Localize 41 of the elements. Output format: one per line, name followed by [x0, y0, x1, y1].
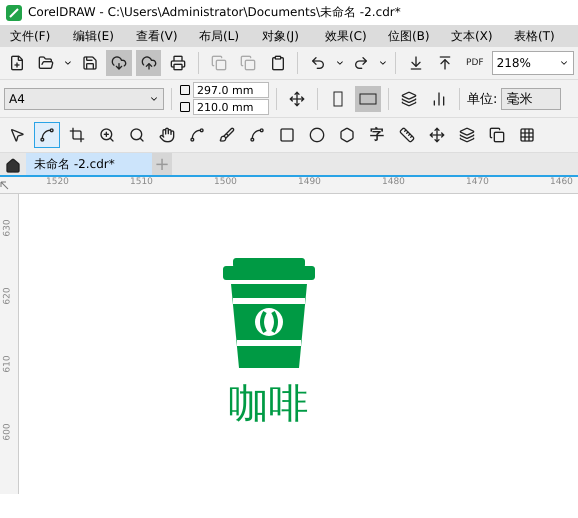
landscape-button[interactable]: [355, 86, 381, 112]
unit-label: 单位:: [467, 90, 498, 108]
window-title: CorelDRAW - C:\Users\Administrator\Documents\未命名 -2.cdr*: [28, 4, 401, 21]
ruler-label: 1510: [130, 177, 154, 189]
ruler-label: 620: [3, 287, 14, 305]
menu-item[interactable]: 表格(T): [504, 28, 567, 44]
text-tool[interactable]: 字: [364, 122, 390, 148]
ruler-origin-icon[interactable]: [0, 180, 9, 190]
ruler-label: 1480: [382, 177, 406, 189]
ruler-label: 630: [3, 219, 14, 237]
menu-item[interactable]: 查看(V): [126, 28, 189, 44]
width-icon: [179, 84, 191, 96]
ruler-label: 600: [3, 423, 14, 441]
pdf-button[interactable]: PDF: [462, 50, 488, 76]
cloud-upload-icon[interactable]: [136, 50, 162, 76]
app-logo-icon: [6, 4, 22, 20]
page-size-dropdown[interactable]: A4: [4, 88, 164, 110]
shape-tool-icon[interactable]: [34, 122, 60, 148]
height-icon: [179, 101, 191, 113]
menu-item[interactable]: 编辑(E): [63, 28, 126, 44]
unit-dropdown[interactable]: 毫米: [501, 88, 562, 110]
menu-item[interactable]: 效果(C): [315, 28, 378, 44]
portrait-page-icon: [333, 90, 343, 106]
menu-item[interactable]: 文件(F): [0, 28, 63, 44]
document-tab[interactable]: 未命名 -2.cdr*: [26, 153, 152, 175]
ruler-label: 1500: [214, 177, 238, 189]
landscape-page-icon: [359, 92, 377, 104]
ruler-label: 610: [3, 355, 14, 373]
height-field[interactable]: 210.0 mm: [193, 99, 269, 115]
menu-item[interactable]: 布局(L): [189, 28, 252, 44]
ruler-label: 1490: [298, 177, 322, 189]
ruler-label: 1520: [46, 177, 70, 189]
ruler-label: 1460: [550, 177, 574, 189]
menu-item[interactable]: 位图(B): [378, 28, 441, 44]
zoom-combo[interactable]: 218%: [492, 51, 574, 75]
ruler-label: 1470: [466, 177, 490, 189]
menu-item[interactable]: 文本(X): [441, 28, 504, 44]
width-field[interactable]: 297.0 mm: [193, 82, 269, 98]
menu-item[interactable]: 对象(J): [252, 28, 315, 44]
cloud-download-icon[interactable]: [106, 50, 132, 76]
logo-text: 咖啡: [228, 380, 308, 429]
